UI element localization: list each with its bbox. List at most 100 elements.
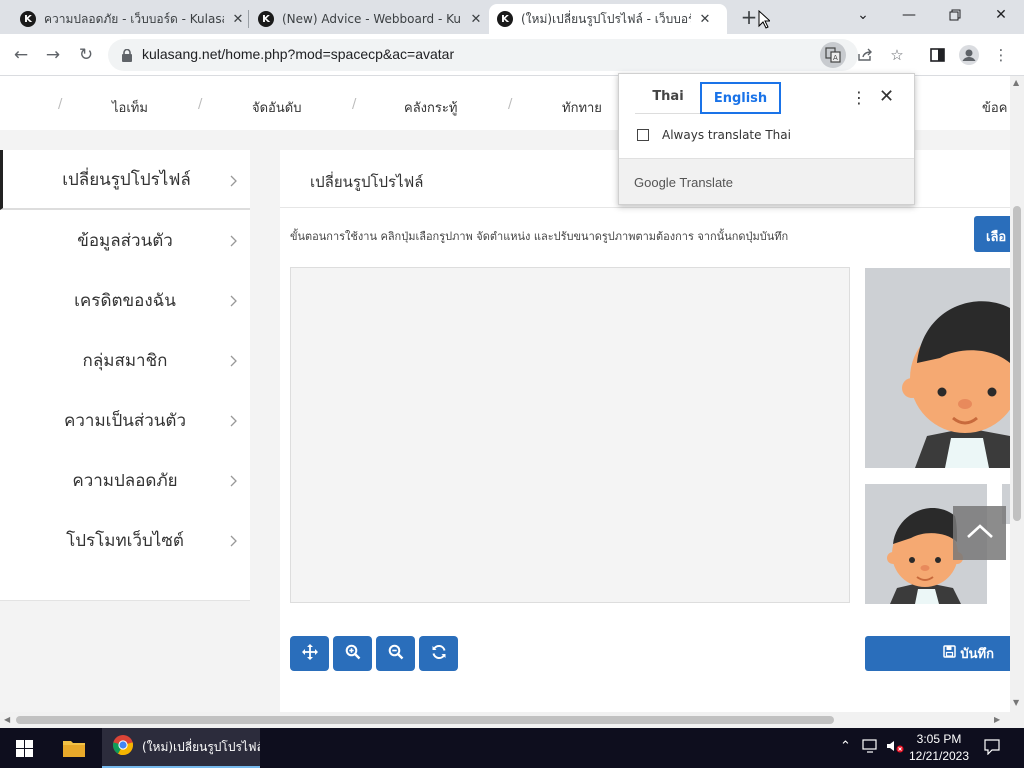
window-close-icon[interactable]: ✕ (978, 0, 1024, 30)
file-explorer-icon[interactable] (52, 728, 96, 768)
sidebar-item-label: เครดิตของฉัน (74, 290, 176, 311)
scroll-to-top-button[interactable] (953, 506, 1006, 560)
browser-tab-change-avatar[interactable]: K (ใหม่)เปลี่ยนรูปโปรไฟล์ - เว็บบอร์ด - … (489, 4, 727, 34)
browser-menu-icon[interactable]: ⋮ (990, 44, 1012, 66)
address-bar[interactable]: kulasang.net/home.php?mod=spacecp&ac=ava… (108, 39, 904, 71)
forward-arrow-icon[interactable]: → (40, 42, 66, 68)
bookmark-star-icon[interactable]: ☆ (886, 44, 908, 66)
scroll-up-arrow-icon[interactable]: ▲ (1013, 78, 1019, 87)
translate-language-tabs: Thai English (635, 82, 801, 114)
horizontal-scroll-thumb[interactable] (16, 716, 834, 724)
crop-area[interactable] (290, 267, 850, 603)
sidebar-item-label: ข้อมูลส่วนตัว (77, 230, 173, 251)
lock-icon[interactable] (122, 47, 132, 66)
chevron-right-icon (230, 532, 238, 552)
back-arrow-icon[interactable]: ← (8, 42, 34, 68)
kulasang-favicon-icon: K (20, 11, 36, 27)
zoom-in-button[interactable] (333, 636, 372, 671)
restore-icon[interactable] (932, 0, 978, 30)
select-image-button[interactable]: เลือ (974, 216, 1010, 252)
page-title: เปลี่ยนรูปโปรไฟล์ (310, 173, 424, 191)
sidebar-item-promote[interactable]: โปรโมทเว็บไซต์ (0, 510, 250, 570)
more-options-icon[interactable]: ⋮ (851, 88, 867, 107)
windows-start-icon[interactable] (0, 728, 48, 768)
sidebar-item-privacy[interactable]: ความเป็นส่วนตัว (0, 390, 250, 450)
reload-icon[interactable]: ↻ (73, 42, 99, 68)
always-translate-checkbox[interactable] (637, 129, 649, 141)
translate-popup: Thai English ⋮ ✕ Always translate Thai G… (618, 73, 915, 205)
system-clock[interactable]: 3:05 PM 12/21/2023 (906, 731, 972, 765)
horizontal-scrollbar[interactable]: ◀ ▶ (0, 712, 1024, 728)
nav-item-cut[interactable]: ข้อค (982, 97, 1007, 118)
browser-tab-security[interactable]: K ความปลอดภัย - เว็บบอร์ด - Kulasang ✕ (12, 4, 254, 34)
minimize-icon[interactable]: — (886, 0, 932, 30)
tab-target-language[interactable]: English (700, 82, 781, 114)
vertical-scrollbar[interactable]: ▲ ▼ (1010, 76, 1024, 712)
zoom-in-icon (345, 644, 361, 664)
tab-search-chevron-icon[interactable]: ⌄ (840, 0, 886, 30)
scroll-down-arrow-icon[interactable]: ▼ (1013, 698, 1019, 707)
nav-item-items[interactable]: ไอเท็ม (112, 97, 148, 118)
taskbar-chrome-label: (ใหม่)เปลี่ยนรูปโปรไฟล์... (142, 739, 260, 754)
clock-time: 3:05 PM (916, 732, 962, 746)
tab-separator (248, 10, 249, 28)
floppy-disk-icon (943, 645, 957, 662)
sidebar-item-profile[interactable]: ข้อมูลส่วนตัว (0, 210, 250, 270)
google-brand: Google (634, 175, 676, 190)
save-button-label: บันทึก (960, 647, 994, 662)
tab-close-icon[interactable]: ✕ (697, 12, 713, 27)
windows-taskbar: (ใหม่)เปลี่ยนรูปโปรไฟล์... ⌃ 3:05 PM 12/… (0, 728, 1024, 768)
tab-close-icon[interactable]: ✕ (468, 12, 484, 27)
browser-tab-strip: K ความปลอดภัย - เว็บบอร์ด - Kulasang ✕ K… (0, 0, 1024, 34)
zoom-out-icon (388, 644, 404, 664)
taskbar-chrome-app[interactable]: (ใหม่)เปลี่ยนรูปโปรไฟล์... (102, 728, 260, 768)
chevron-right-icon (230, 412, 238, 432)
title-divider (280, 207, 1010, 208)
notifications-icon[interactable] (984, 739, 1000, 759)
close-icon[interactable]: ✕ (879, 86, 894, 107)
zoom-out-button[interactable] (376, 636, 415, 671)
settings-sidebar: เปลี่ยนรูปโปรไฟล์ ข้อมูลส่วนตัว เครดิตขอ… (0, 150, 250, 601)
kulasang-favicon-icon: K (497, 11, 513, 27)
vertical-scroll-thumb[interactable] (1013, 206, 1021, 521)
new-tab-plus-icon[interactable]: + (738, 6, 760, 28)
sidebar-item-credits[interactable]: เครดิตของฉัน (0, 270, 250, 330)
move-button[interactable] (290, 636, 329, 671)
volume-muted-icon[interactable] (886, 739, 904, 757)
chrome-icon (112, 734, 134, 760)
nav-separator: / (58, 97, 63, 112)
browser-tab-advice[interactable]: K (New) Advice - Webboard - Kula ✕ (250, 4, 492, 34)
url-text[interactable]: kulasang.net/home.php?mod=spacecp&ac=ava… (142, 46, 454, 62)
sidebar-item-security[interactable]: ความปลอดภัย (0, 450, 250, 510)
show-hidden-icons-chevron-icon[interactable]: ⌃ (840, 739, 851, 754)
sidebar-item-label: ความปลอดภัย (72, 470, 178, 491)
avatar-panel: เปลี่ยนรูปโปรไฟล์ ขั้นตอนการใช้งาน คลิกป… (280, 150, 1010, 712)
svg-text:A: A (833, 54, 838, 62)
tab-close-icon[interactable]: ✕ (230, 12, 246, 27)
sidebar-item-change-avatar[interactable]: เปลี่ยนรูปโปรไฟล์ (0, 150, 250, 210)
chevron-right-icon (230, 232, 238, 252)
kulasang-favicon-icon: K (258, 11, 274, 27)
nav-item-ranking[interactable]: จัดอันดับ (252, 97, 301, 118)
nav-item-greeting[interactable]: ทักทาย (562, 97, 602, 118)
save-button[interactable]: บันทึก (865, 636, 1010, 671)
scroll-left-arrow-icon[interactable]: ◀ (4, 715, 10, 724)
network-icon[interactable] (862, 739, 880, 757)
translate-icon[interactable]: A (820, 42, 846, 68)
tab-source-language[interactable]: Thai (635, 82, 701, 114)
side-panel-icon[interactable] (926, 44, 948, 66)
translate-footer: Google Translate (619, 158, 914, 204)
always-translate-label: Always translate Thai (662, 128, 791, 142)
nav-separator: / (352, 97, 357, 112)
nav-separator: / (508, 97, 513, 112)
share-icon[interactable] (854, 44, 876, 66)
refresh-icon (431, 644, 447, 664)
tab-title: (ใหม่)เปลี่ยนรูปโปรไฟล์ - เว็บบอร์ด - K (521, 11, 691, 26)
scroll-right-arrow-icon[interactable]: ▶ (994, 715, 1000, 724)
nav-item-thread-archive[interactable]: คลังกระทู้ (404, 97, 457, 118)
profile-avatar-icon[interactable] (958, 44, 980, 66)
sidebar-item-usergroup[interactable]: กลุ่มสมาชิก (0, 330, 250, 390)
reset-button[interactable] (419, 636, 458, 671)
tab-title: (New) Advice - Webboard - Kula (282, 12, 462, 26)
clock-date: 12/21/2023 (908, 749, 970, 763)
